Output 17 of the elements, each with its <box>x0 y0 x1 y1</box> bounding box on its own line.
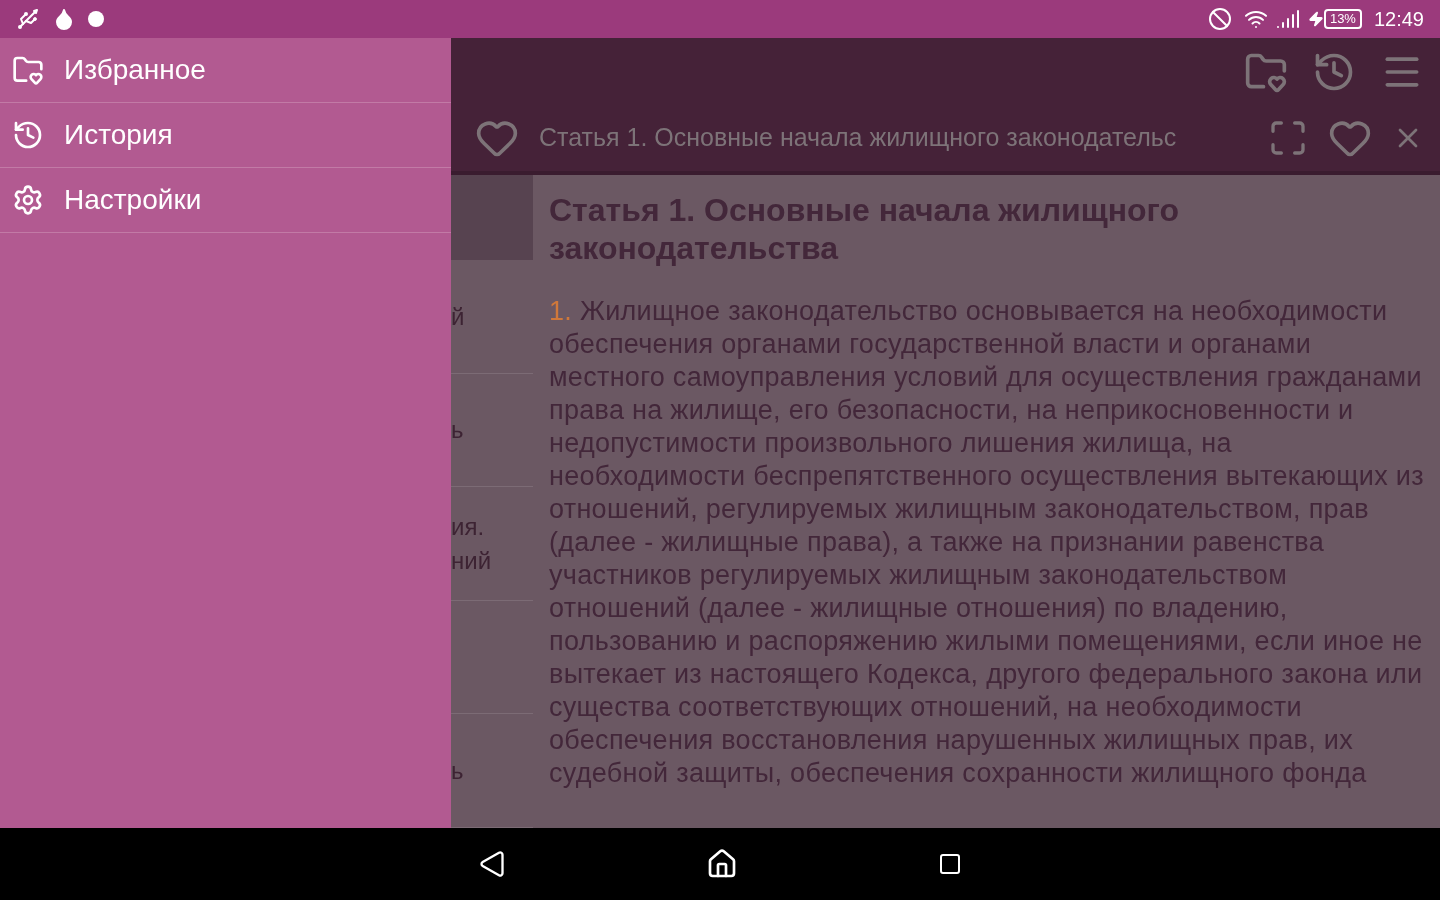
drawer-item[interactable]: Избранное <box>0 38 451 103</box>
clock: 12:49 <box>1373 7 1424 32</box>
tab-title[interactable]: Статья 1. Основные начала жилищного законодательс <box>539 119 1248 157</box>
home-icon[interactable] <box>706 848 738 880</box>
signal-icon <box>1275 7 1300 31</box>
drawer-item[interactable]: История <box>0 103 451 168</box>
battery-indicator: 13% <box>1323 9 1362 29</box>
back-icon[interactable] <box>478 850 506 878</box>
usb-icon <box>16 7 40 31</box>
history-icon <box>12 119 44 151</box>
recents-icon[interactable] <box>938 852 962 876</box>
drawer-item[interactable]: Настройки <box>0 168 451 233</box>
fullscreen-icon[interactable] <box>1268 118 1308 158</box>
charging-icon <box>1307 9 1324 29</box>
settings-icon <box>12 184 44 216</box>
folder-heart-icon <box>12 54 44 86</box>
blocked-icon <box>1207 7 1232 31</box>
